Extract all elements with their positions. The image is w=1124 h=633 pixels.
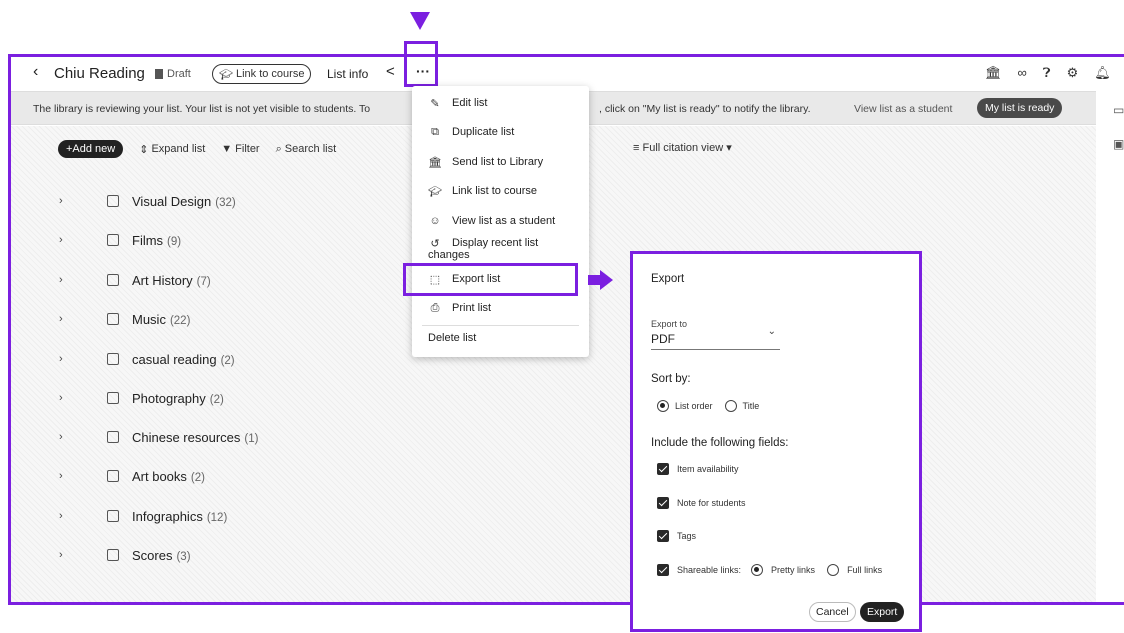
menu-item-label: Delete list: [428, 332, 477, 344]
library-icon: 🏛︎: [428, 157, 442, 169]
field-note-for-students[interactable]: Note for students: [657, 497, 746, 509]
more-options-menu: ✎ Edit list ⧉ Duplicate list 🏛︎ Send lis…: [412, 86, 589, 357]
menu-item-label-cont: changes: [428, 249, 470, 261]
dialog-title: Export: [651, 273, 685, 285]
pretty-links-label: Pretty links: [771, 565, 816, 575]
menu-item-label: Duplicate list: [452, 126, 515, 138]
student-icon: ☺: [429, 215, 441, 227]
field-checkbox[interactable]: [657, 564, 669, 576]
field-checkbox[interactable]: [657, 530, 669, 542]
full-links-label: Full links: [847, 565, 883, 575]
chevron-down-icon: ⌄: [767, 326, 776, 337]
graduation-cap-icon: 🎓︎: [428, 186, 442, 198]
menu-item-label: Display recent list: [452, 237, 539, 249]
export-dialog: Export Export to PDF ⌄ Sort by: List ord…: [630, 251, 922, 632]
field-label: Tags: [677, 531, 697, 541]
cancel-button[interactable]: Cancel: [809, 602, 856, 622]
sort-title-label: Title: [742, 401, 760, 411]
annotation-arrow-right: [588, 270, 613, 290]
full-links-radio[interactable]: [827, 564, 840, 576]
field-label: Item availability: [677, 464, 739, 474]
annotation-highlight-export: [403, 263, 578, 296]
field-label: Note for students: [677, 498, 746, 508]
menu-item-label: Link list to course: [452, 185, 537, 197]
sort-list-order-label: List order: [675, 401, 713, 411]
export-format-value: PDF: [651, 332, 675, 346]
include-fields-label: Include the following fields:: [651, 437, 789, 449]
pencil-icon: ✎: [430, 98, 440, 110]
menu-divider: [422, 325, 579, 326]
export-button[interactable]: Export: [860, 602, 905, 622]
field-tags[interactable]: Tags: [657, 530, 696, 542]
field-label: Shareable links:: [677, 565, 742, 575]
export-to-label: Export to: [651, 319, 688, 329]
field-checkbox[interactable]: [657, 497, 669, 509]
sort-list-order-radio[interactable]: [657, 400, 669, 412]
field-shareable-links[interactable]: Shareable links: Pretty links Full links: [657, 564, 882, 576]
sort-by-label: Sort by:: [651, 373, 691, 385]
pretty-links-radio[interactable]: [751, 564, 764, 576]
menu-item-label: Print list: [452, 302, 492, 314]
field-checkbox[interactable]: [657, 463, 669, 475]
sort-title-radio[interactable]: [724, 400, 737, 412]
menu-item-label: Edit list: [452, 97, 488, 109]
menu-item-label: View list as a student: [452, 215, 556, 227]
duplicate-icon: ⧉: [431, 126, 439, 138]
annotation-arrow-down: [410, 12, 430, 30]
export-format-select[interactable]: PDF ⌄: [651, 326, 780, 350]
field-item-availability[interactable]: Item availability: [657, 463, 739, 475]
menu-item-label: Send list to Library: [452, 156, 544, 168]
printer-icon: ⎙: [430, 302, 440, 314]
sort-options: List order Title: [657, 400, 759, 412]
